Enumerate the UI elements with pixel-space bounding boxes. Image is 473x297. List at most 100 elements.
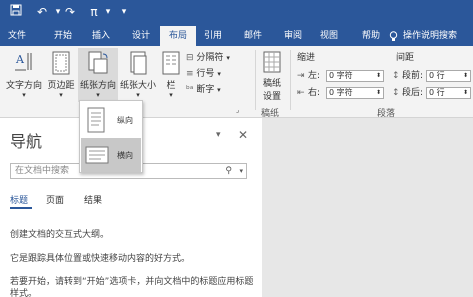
tab-home[interactable]: 开始 — [48, 26, 78, 46]
chevron-down-icon: ▾ — [59, 91, 63, 99]
spinner-icon[interactable]: ⬍ — [376, 71, 381, 81]
nav-help-text-2: 它是跟踪具体位置或快速移动内容的好方式。 — [10, 254, 191, 264]
group-divider — [290, 50, 291, 110]
margins-icon — [52, 51, 70, 75]
draft-paper-button[interactable]: 稿纸 设置 — [258, 50, 286, 102]
equation-dropdown-icon[interactable]: ▾ — [100, 4, 116, 20]
tell-me-search[interactable]: 操作说明搜索 — [403, 26, 457, 46]
portrait-option[interactable]: 纵向 — [81, 103, 141, 137]
orientation-menu: 纵向 横向 — [79, 100, 143, 173]
chevron-down-icon: ▾ — [22, 91, 26, 99]
indent-left-input[interactable]: 0 字符 ⬍ — [326, 70, 384, 82]
nav-tab-headings[interactable]: 标题 — [10, 193, 28, 206]
spacing-before-input[interactable]: 0 行 ⬍ — [426, 70, 471, 82]
line-numbers-icon: ≡ — [186, 69, 194, 79]
chevron-down-icon: ▾ — [136, 91, 140, 99]
tab-insert[interactable]: 插入 — [86, 26, 116, 46]
spinner-icon[interactable]: ⬍ — [463, 88, 468, 98]
orientation-button[interactable]: 纸张方向 ▾ — [78, 48, 118, 102]
indent-right-label: 右: — [308, 88, 321, 98]
hyphenation-button[interactable]: ᵇᵃ 断字 ▾ — [186, 84, 221, 96]
nav-help-text-1: 创建文档的交互式大纲。 — [10, 230, 110, 240]
indent-left-value: 0 字符 — [329, 71, 353, 80]
line-numbers-button[interactable]: ≡ 行号 ▾ — [186, 68, 221, 80]
svg-text:A: A — [15, 53, 25, 66]
landscape-option[interactable]: 横向 — [81, 138, 141, 172]
close-icon[interactable]: ✕ — [238, 128, 248, 142]
landscape-label: 横向 — [117, 151, 133, 160]
indent-left-label: 左: — [308, 71, 321, 81]
spacing-header: 间距 — [396, 53, 415, 63]
hyphenation-label: 断字 — [196, 85, 215, 95]
document-area[interactable] — [262, 118, 473, 297]
save-icon[interactable] — [8, 4, 24, 20]
tab-review[interactable]: 审阅 — [278, 26, 308, 46]
lightbulb-icon[interactable] — [386, 26, 400, 46]
tab-layout[interactable]: 布局 — [160, 26, 196, 46]
tab-references[interactable]: 引用 — [198, 26, 228, 46]
spacing-before-value: 0 行 — [429, 71, 445, 80]
portrait-icon — [87, 107, 105, 133]
indent-right-input[interactable]: 0 字符 ⬍ — [326, 87, 384, 99]
size-button[interactable]: 纸张大小 ▾ — [118, 50, 158, 99]
indent-header: 缩进 — [297, 53, 316, 63]
breaks-button[interactable]: ⊟ 分隔符 ▾ — [186, 52, 230, 64]
tab-view[interactable]: 视图 — [314, 26, 344, 46]
active-tab-indicator — [10, 207, 32, 209]
landscape-icon — [85, 146, 109, 164]
text-direction-icon: A — [15, 53, 32, 71]
margins-label: 页边距 — [47, 81, 75, 91]
text-direction-button[interactable]: A 文字方向 ▾ — [4, 50, 44, 99]
nav-help-text-3: 若要开始，请转到“开始”选项卡，并向文档中的标题应用标题样式。 — [10, 277, 254, 297]
tab-help[interactable]: 帮助 — [356, 26, 386, 46]
chevron-down-icon: ▾ — [169, 91, 173, 99]
ribbon-layout: A 文字方向 ▾ 页边距 ▾ 纸张方向 ▾ 纸张大小 ▾ 栏 ▾ ⊟ 分隔符 ▾… — [0, 46, 473, 119]
spinner-icon[interactable]: ⬍ — [376, 88, 381, 98]
search-icon[interactable]: ⚲ — [225, 164, 232, 178]
columns-button[interactable]: 栏 ▾ — [160, 50, 182, 99]
breaks-label: 分隔符 — [196, 53, 224, 63]
text-direction-label: 文字方向 — [5, 81, 42, 91]
nav-tab-results[interactable]: 结果 — [84, 193, 102, 206]
columns-label: 栏 — [166, 81, 176, 91]
tab-file[interactable]: 文件 — [2, 26, 32, 46]
spacing-before-label: 段前: — [402, 71, 424, 81]
page-setup-launcher-icon[interactable]: ⌟ — [236, 106, 239, 114]
orientation-icon — [88, 51, 108, 74]
tab-mailings[interactable]: 邮件 — [238, 26, 268, 46]
nav-pane-title: 导航 — [10, 132, 43, 151]
nav-tab-pages[interactable]: 页面 — [46, 193, 64, 206]
chevron-down-icon: ▾ — [96, 91, 100, 99]
paper-size-icon — [130, 51, 147, 75]
indent-left-icon: ⇥ — [297, 71, 305, 81]
chevron-down-icon[interactable]: ▾ — [239, 164, 243, 178]
chevron-down-icon: ▾ — [226, 54, 230, 62]
tab-design[interactable]: 设计 — [124, 26, 158, 46]
chevron-down-icon: ▾ — [217, 86, 221, 94]
customize-toolbar-icon[interactable]: ▾ — [116, 4, 132, 20]
draft-paper-label-2: 设置 — [262, 92, 281, 102]
undo-icon[interactable]: ↶ — [34, 4, 50, 20]
line-numbers-label: 行号 — [196, 69, 215, 79]
breaks-icon: ⊟ — [186, 53, 194, 63]
title-bar: ↶ ▾ ↷ π ▾ ▾ — [0, 0, 473, 26]
spacing-before-icon: ↕ — [392, 71, 400, 81]
portrait-label: 纵向 — [117, 116, 133, 125]
spacing-after-value: 0 行 — [429, 88, 445, 97]
hyphenation-icon: ᵇᵃ — [186, 85, 194, 95]
spinner-icon[interactable]: ⬍ — [463, 71, 468, 81]
columns-icon — [162, 51, 180, 75]
indent-right-value: 0 字符 — [329, 88, 353, 97]
chevron-down-icon: ▾ — [217, 70, 221, 78]
size-label: 纸张大小 — [119, 81, 156, 91]
ribbon-tabs: 文件 开始 插入 设计 布局 引用 邮件 审阅 视图 帮助 操作说明搜索 — [0, 26, 473, 46]
spacing-after-label: 段后: — [402, 88, 424, 98]
draft-paper-label: 稿纸 — [262, 79, 281, 89]
orientation-label: 纸张方向 — [79, 81, 116, 91]
nav-pane-options-icon[interactable]: ▾ — [216, 130, 221, 140]
indent-right-icon: ⇤ — [297, 88, 305, 98]
redo-icon[interactable]: ↷ — [62, 4, 78, 20]
margins-button[interactable]: 页边距 ▾ — [46, 50, 76, 99]
spacing-after-input[interactable]: 0 行 ⬍ — [426, 87, 471, 99]
spacing-after-icon: ↕ — [392, 88, 400, 98]
